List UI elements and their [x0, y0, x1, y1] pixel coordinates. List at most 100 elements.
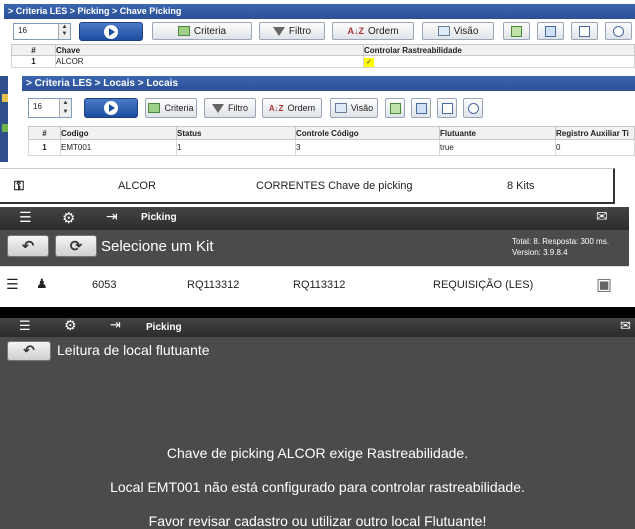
exit-icon[interactable]: ⇥	[110, 318, 121, 333]
funnel-icon	[212, 103, 224, 113]
message-line-1: Chave de picking ALCOR exige Rastreabili…	[166, 445, 469, 461]
code-button[interactable]	[437, 98, 457, 118]
ordem-label: Ordem	[287, 103, 316, 113]
list-icon[interactable]: ☰	[6, 277, 19, 293]
exit-icon[interactable]: ⇥	[106, 209, 118, 225]
criteria-label: Criteria	[193, 25, 227, 37]
message-lines: Chave de picking ALCOR exige Rastreabili…	[0, 445, 635, 529]
table-row[interactable]: 1 EMT001 1 3 true 0	[28, 139, 635, 156]
cell-num: 1	[11, 55, 56, 68]
cell-status: 1	[176, 139, 296, 156]
back-button[interactable]: ↶	[7, 235, 49, 257]
mail-icon[interactable]: ✉	[620, 319, 631, 334]
ordem-label: Ordem	[367, 25, 399, 37]
visao-button[interactable]: Visão	[330, 98, 378, 118]
gear-icon[interactable]: ⚙	[62, 209, 75, 227]
criteria-button[interactable]: Criteria	[145, 98, 197, 118]
tools-button[interactable]	[463, 98, 483, 118]
left-strip	[0, 76, 8, 162]
kit-count: 8 Kits	[507, 180, 535, 192]
filtro-button[interactable]: Filtro	[259, 22, 325, 40]
kit-description: CORRENTES Chave de picking	[256, 180, 413, 192]
breadcrumb: > Criteria LES > Locais > Locais	[22, 76, 635, 91]
top-black-band	[0, 307, 635, 318]
export-icon	[389, 102, 401, 114]
mail-icon[interactable]: ✉	[596, 209, 608, 225]
back-button[interactable]: ↶	[7, 341, 51, 361]
filtro-label: Filtro	[228, 103, 248, 113]
panel-chave-picking: > Criteria LES > Picking > Chave Picking…	[0, 0, 635, 76]
criteria-label: Criteria	[164, 103, 194, 113]
play-icon	[104, 24, 118, 39]
save-button[interactable]	[411, 98, 431, 118]
menu-icon[interactable]: ☰	[19, 319, 31, 334]
menu-icon[interactable]: ☰	[19, 210, 32, 226]
export-icon	[511, 25, 522, 37]
code-icon	[579, 25, 590, 37]
user-icon: ♟	[36, 277, 48, 292]
col-status: Status	[176, 126, 296, 140]
visao-label: Visão	[453, 25, 479, 37]
key-icon: ⚿	[14, 179, 24, 194]
panel-locais: > Criteria LES > Locais > Locais 16 ▲ ▼ C…	[0, 76, 635, 162]
item-type: REQUISIÇÃO (LES)	[433, 279, 534, 291]
run-button[interactable]	[84, 98, 138, 118]
checkbox-checked[interactable]: ✓	[364, 57, 374, 67]
kit-name: ALCOR	[118, 180, 156, 192]
run-button[interactable]	[79, 22, 143, 41]
save-button[interactable]	[537, 22, 564, 40]
save-icon	[545, 25, 556, 37]
funnel-icon	[272, 26, 285, 36]
page-size-spinner[interactable]: 16 ▲ ▼	[28, 98, 72, 118]
col-num: #	[28, 126, 61, 140]
spinner-arrows-icon[interactable]: ▲ ▼	[58, 24, 70, 39]
gear-icon[interactable]: ⚙	[64, 318, 77, 334]
spinner-arrows-icon[interactable]: ▲ ▼	[59, 99, 71, 117]
cell-chave: ALCOR	[55, 55, 364, 68]
table-header: # Codigo Status Controle Código Flutuant…	[28, 126, 635, 140]
ordem-button[interactable]: A↓Z Ordem	[262, 98, 322, 118]
screen-heading: Leitura de local flutuante	[57, 342, 210, 358]
visao-button[interactable]: Visão	[422, 22, 494, 40]
list-item[interactable]: ☰ ♟ 6053 RQ113312 RQ113312 REQUISIÇÃO (L…	[0, 266, 629, 304]
cell-controlar: ✓	[363, 55, 635, 68]
col-flutuante: Flutuante	[439, 126, 556, 140]
col-controlar: Controlar Rastreabilidade	[363, 44, 635, 56]
criteria-button[interactable]: Criteria	[152, 22, 252, 40]
back-icon: ↶	[23, 343, 35, 359]
topbar: ☰ ⚙ ⇥ Picking ✉	[0, 318, 635, 337]
ordem-button[interactable]: A↓Z Ordem	[332, 22, 414, 40]
criteria-icon	[177, 26, 190, 36]
table-header: # Chave Controlar Rastreabilidade	[11, 44, 635, 56]
save-icon	[415, 102, 427, 114]
item-code: 6053	[92, 279, 117, 291]
topbar: ☰ ⚙ ⇥ Picking ✉	[0, 207, 629, 230]
export-button[interactable]	[385, 98, 405, 118]
left-strip-green-icon	[2, 124, 8, 132]
refresh-icon: ⟳	[69, 237, 83, 255]
col-codigo: Codigo	[60, 126, 177, 140]
code-button[interactable]	[571, 22, 598, 40]
table-row[interactable]: 1 ALCOR ✓	[11, 55, 635, 68]
box-icon[interactable]: ▣	[596, 275, 612, 295]
page-size-spinner[interactable]: 16 ▲ ▼	[13, 23, 71, 40]
play-icon	[104, 101, 118, 115]
refresh-button[interactable]: ⟳	[55, 235, 97, 257]
export-button[interactable]	[503, 22, 530, 40]
sort-az-icon: A↓Z	[268, 103, 284, 113]
col-controle-codigo: Controle Código	[295, 126, 440, 140]
tools-button[interactable]	[605, 22, 632, 40]
cell-flutuante: true	[439, 139, 556, 156]
tools-icon	[613, 25, 624, 37]
cell-codigo: EMT001	[60, 139, 177, 156]
chave-table: # Chave Controlar Rastreabilidade 1 ALCO…	[11, 44, 635, 68]
message-line-2: Local EMT001 não está configurado para c…	[110, 479, 525, 495]
back-icon: ↶	[21, 237, 35, 255]
filtro-button[interactable]: Filtro	[204, 98, 256, 118]
tools-icon	[467, 102, 479, 114]
breadcrumb: > Criteria LES > Picking > Chave Picking	[4, 4, 635, 19]
cell-controle: 3	[295, 139, 440, 156]
item-req2: RQ113312	[293, 279, 346, 291]
filtro-label: Filtro	[288, 25, 312, 37]
kit-summary-row[interactable]: ⚿ ALCOR CORRENTES Chave de picking 8 Kit…	[0, 168, 615, 204]
